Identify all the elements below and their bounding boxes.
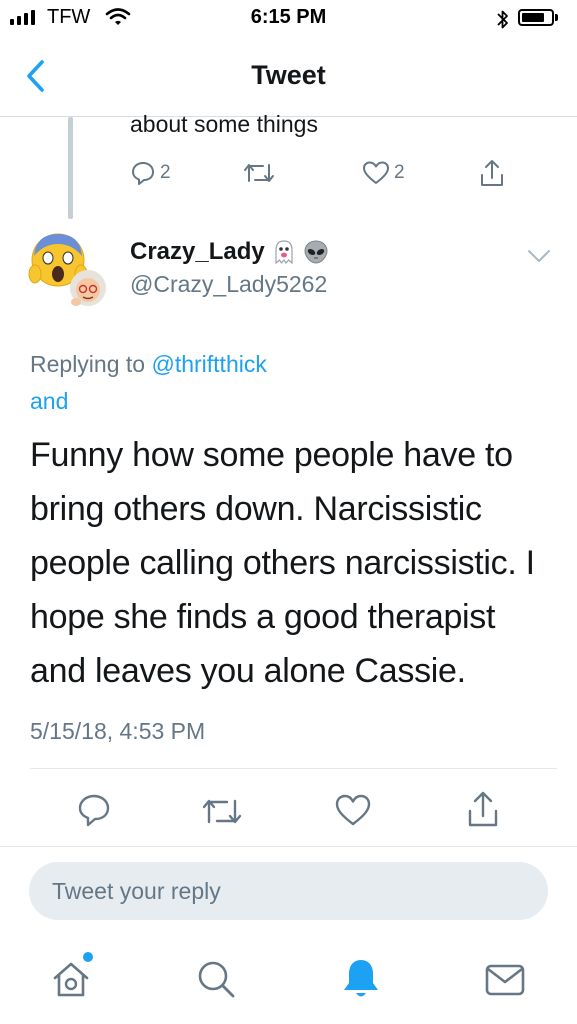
status-bar: TFW 6:15 PM — [0, 0, 577, 40]
previous-tweet-actions: 2 2 — [130, 158, 510, 194]
search-icon[interactable] — [195, 958, 237, 1000]
share-icon[interactable] — [465, 789, 501, 829]
author-name-row[interactable]: Crazy_Lady — [130, 238, 329, 266]
previous-share-button[interactable] — [478, 158, 506, 188]
previous-reply-count: 2 — [160, 162, 171, 183]
reply-icon — [132, 162, 154, 185]
previous-like-count: 2 — [394, 162, 405, 183]
replying-more-link[interactable]: and — [30, 388, 68, 415]
divider — [0, 846, 577, 847]
tweet-timestamp: 5/15/18, 4:53 PM — [30, 718, 206, 744]
battery-tip — [555, 14, 558, 21]
replying-to-handle-link[interactable]: @thriftthick — [151, 351, 266, 377]
author-avatar[interactable] — [26, 226, 110, 310]
clock: 6:15 PM — [250, 6, 327, 28]
bluetooth-icon — [497, 10, 508, 29]
page-title: Tweet — [251, 60, 326, 90]
notifications-bell-icon[interactable] — [340, 956, 382, 1002]
chevron-down-icon[interactable] — [526, 246, 552, 266]
ghost-emoji-icon — [275, 240, 293, 265]
home-icon[interactable] — [50, 958, 92, 1000]
thread-connector-line — [68, 117, 73, 219]
previous-reply-button[interactable]: 2 — [130, 160, 171, 186]
author-name: Crazy_Lady — [130, 238, 265, 265]
retweet-icon — [244, 164, 274, 182]
heart-icon[interactable] — [334, 793, 372, 827]
previous-retweet-button[interactable] — [242, 160, 276, 186]
home-notification-dot — [83, 952, 93, 962]
tweet-text: Funny how some people have to bring othe… — [30, 436, 535, 690]
heart-icon — [363, 161, 389, 184]
author-handle[interactable]: @Crazy_Lady5262 — [130, 271, 327, 298]
messages-envelope-icon[interactable] — [484, 962, 526, 998]
previous-tweet-text: about some things — [130, 111, 318, 137]
tweet-reply-input[interactable]: Tweet your reply — [29, 862, 548, 920]
replying-prefix: Replying to — [30, 351, 146, 377]
share-icon — [481, 160, 503, 186]
previous-like-button[interactable]: 2 — [362, 160, 405, 186]
retweet-icon[interactable] — [199, 794, 245, 828]
reply-icon[interactable] — [76, 792, 112, 828]
divider — [30, 768, 557, 769]
alien-emoji-icon — [304, 240, 328, 264]
replying-to-line: Replying to @thriftthick — [30, 351, 267, 378]
navigation-bar: Tweet — [0, 40, 577, 117]
battery-icon — [518, 9, 554, 26]
